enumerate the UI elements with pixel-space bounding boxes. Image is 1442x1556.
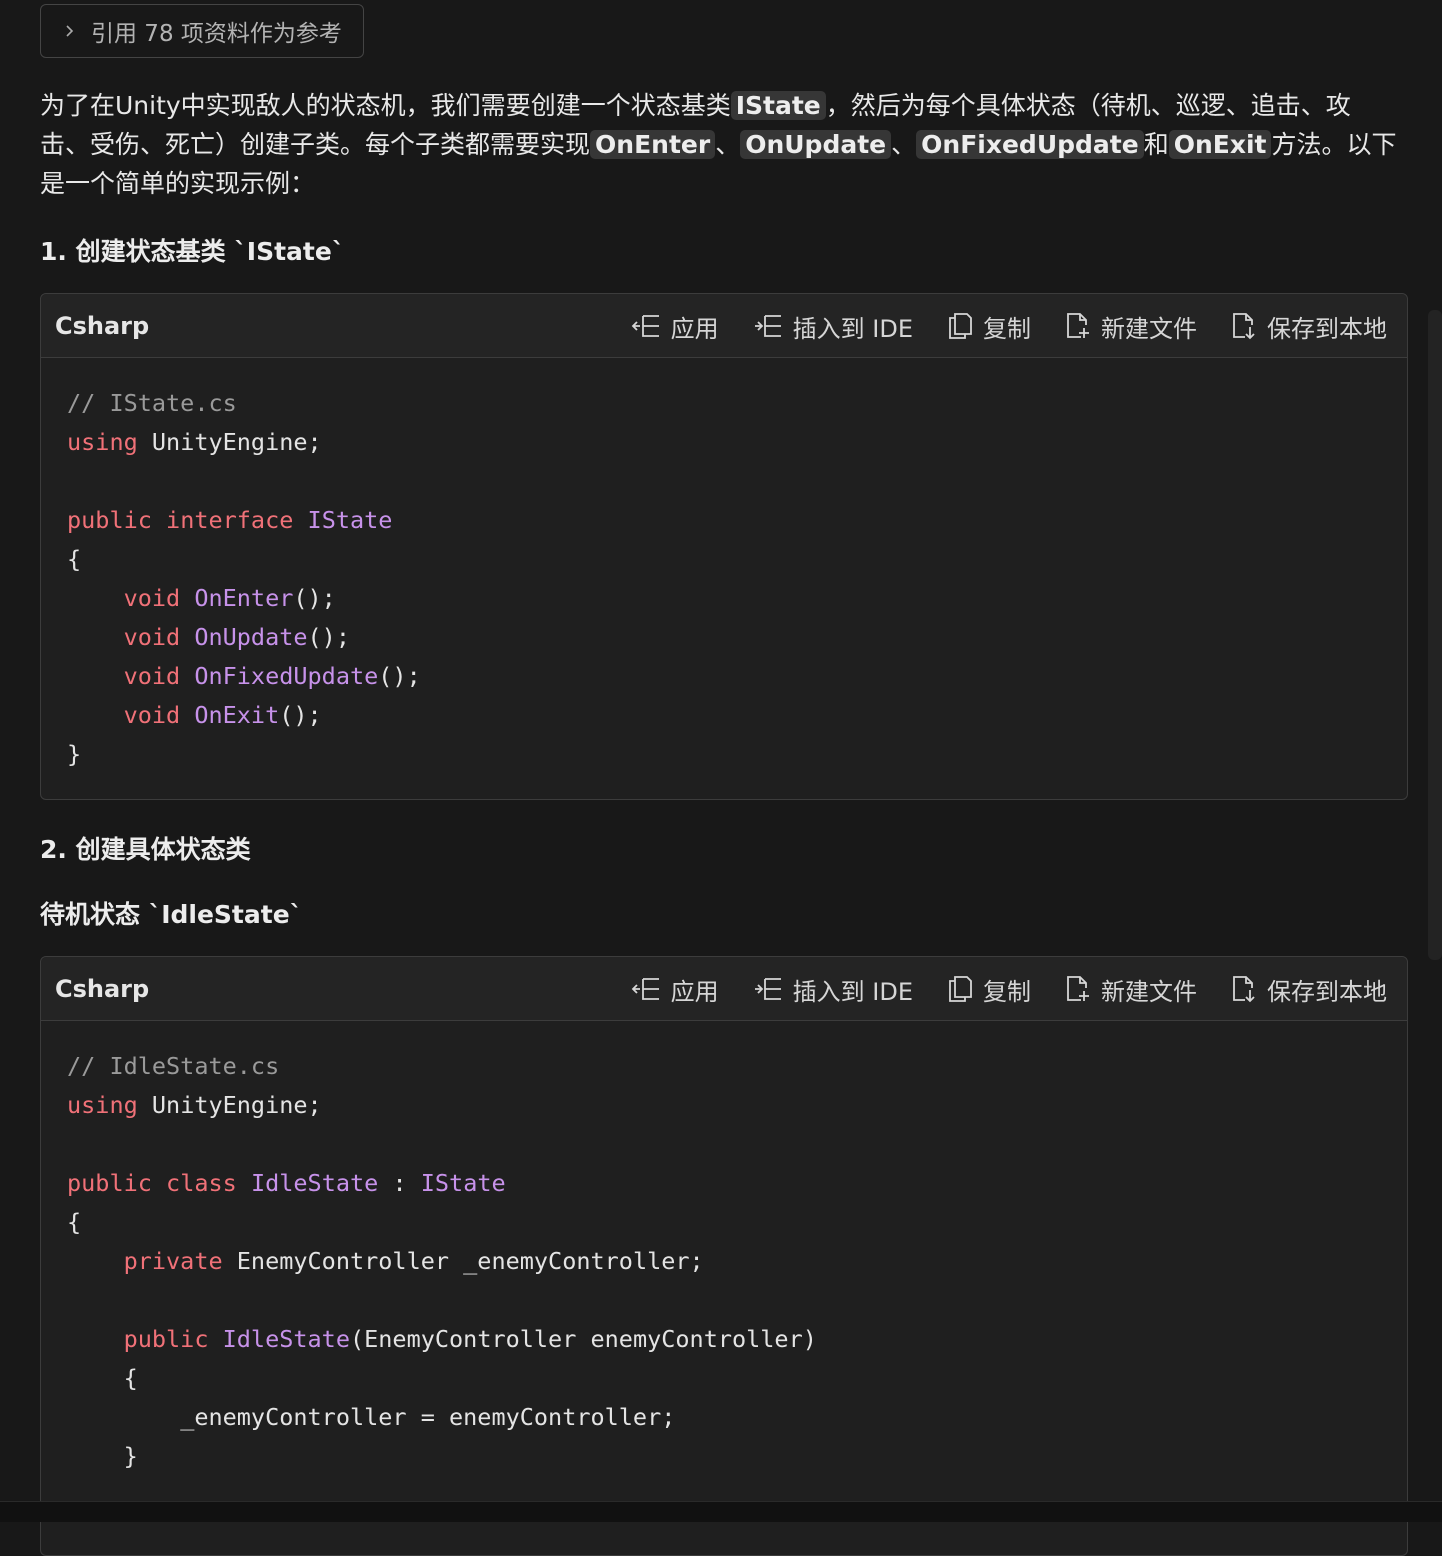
code-text: (EnemyController enemyController) [349, 1325, 817, 1353]
save-icon [1231, 974, 1257, 1004]
code-text: (); [293, 584, 336, 612]
insert-ide-button[interactable]: 插入到 IDE [753, 309, 913, 344]
save-local-button[interactable]: 保存到本地 [1231, 972, 1387, 1007]
code-keyword: using [67, 428, 138, 456]
code-keyword: private [123, 1247, 223, 1275]
code-keyword: public [67, 506, 152, 534]
new-file-button[interactable]: 新建文件 [1065, 972, 1197, 1007]
copy-button[interactable]: 复制 [947, 309, 1031, 344]
references-label: 引用 78 项资料作为参考 [91, 21, 342, 47]
insert-ide-label: 插入到 IDE [792, 977, 913, 1006]
references-toggle[interactable]: 引用 78 项资料作为参考 [40, 4, 364, 58]
save-icon [1231, 311, 1257, 341]
code-type: IState [307, 506, 393, 534]
code-text: (); [378, 662, 421, 690]
code-text: } [123, 1442, 138, 1470]
code-keyword: public [123, 1325, 209, 1353]
inline-code: OnUpdate [740, 130, 892, 159]
section-heading: 2. 创建具体状态类 [40, 835, 251, 864]
code-type: IdleState [250, 1169, 379, 1197]
new-file-icon [1065, 311, 1091, 341]
code-block-header: Csharp 应用 插入到 IDE 复制 新建文件 保存到本地 [41, 294, 1407, 358]
copy-icon [947, 975, 973, 1003]
intro-text: 和 [1143, 130, 1169, 159]
section-heading: 1. 创建状态基类 `IState` [40, 237, 345, 266]
code-text: UnityEngine; [137, 428, 322, 456]
code-text: UnityEngine; [137, 1091, 322, 1119]
apply-label: 应用 [670, 314, 719, 343]
code-block: Csharp 应用 插入到 IDE 复制 新建文件 保存到本地 [40, 956, 1408, 1556]
code-text: (); [307, 623, 350, 651]
bottom-bar [0, 1501, 1442, 1522]
insert-icon [753, 975, 783, 1003]
intro-text: 、 [715, 130, 741, 159]
code-actions: 应用 插入到 IDE 复制 新建文件 保存到本地 [631, 294, 1387, 358]
code-block-header: Csharp 应用 插入到 IDE 复制 新建文件 保存到本地 [41, 957, 1407, 1021]
apply-icon [631, 975, 661, 1003]
code-keyword: void [123, 701, 181, 729]
code-content: // IState.cs using UnityEngine; public i… [41, 358, 1407, 774]
save-local-button[interactable]: 保存到本地 [1231, 309, 1387, 344]
inline-code: OnFixedUpdate [916, 130, 1144, 159]
code-comment: // IState.cs [67, 389, 237, 417]
chevron-right-icon [63, 24, 77, 38]
copy-label: 复制 [983, 314, 1031, 343]
intro-text: 、 [891, 130, 917, 159]
new-file-icon [1065, 974, 1091, 1004]
code-text: } [67, 740, 82, 768]
insert-ide-label: 插入到 IDE [792, 314, 913, 343]
code-keyword: using [67, 1091, 138, 1119]
inline-code: OnEnter [590, 130, 716, 159]
save-local-label: 保存到本地 [1267, 977, 1387, 1006]
code-function: OnEnter [194, 584, 294, 612]
code-text: { [123, 1364, 138, 1392]
copy-label: 复制 [983, 977, 1031, 1006]
code-language: Csharp [55, 974, 150, 1003]
code-function: OnUpdate [194, 623, 308, 651]
code-keyword: public [67, 1169, 152, 1197]
code-text: : [378, 1169, 421, 1197]
intro-text: 为了在Unity中实现敌人的状态机，我们需要创建一个状态基类 [40, 91, 731, 120]
code-keyword: void [123, 623, 181, 651]
apply-button[interactable]: 应用 [631, 972, 719, 1007]
copy-icon [947, 312, 973, 340]
code-function: OnExit [194, 701, 280, 729]
save-local-label: 保存到本地 [1267, 314, 1387, 343]
code-language: Csharp [55, 311, 150, 340]
code-keyword: class [166, 1169, 237, 1197]
apply-label: 应用 [670, 977, 719, 1006]
code-function: OnFixedUpdate [194, 662, 379, 690]
code-keyword: interface [166, 506, 294, 534]
code-text: { [67, 545, 82, 573]
code-block: Csharp 应用 插入到 IDE 复制 新建文件 保存到本地 [40, 293, 1408, 800]
new-file-label: 新建文件 [1101, 977, 1197, 1006]
copy-button[interactable]: 复制 [947, 972, 1031, 1007]
inline-code: OnExit [1168, 130, 1272, 159]
insert-icon [753, 312, 783, 340]
code-content: // IdleState.cs using UnityEngine; publi… [41, 1021, 1407, 1476]
intro-paragraph: 为了在Unity中实现敌人的状态机，我们需要创建一个状态基类 IState ，然后为… [40, 86, 1400, 203]
new-file-button[interactable]: 新建文件 [1065, 309, 1197, 344]
scrollbar[interactable] [1428, 310, 1442, 960]
code-keyword: void [123, 584, 181, 612]
new-file-label: 新建文件 [1101, 314, 1197, 343]
apply-icon [631, 312, 661, 340]
apply-button[interactable]: 应用 [631, 309, 719, 344]
subsection-heading: 待机状态 `IdleState` [40, 900, 303, 929]
code-function: IdleState [222, 1325, 350, 1353]
code-text: { [67, 1208, 82, 1236]
insert-ide-button[interactable]: 插入到 IDE [753, 972, 913, 1007]
code-text: EnemyController _enemyController; [222, 1247, 704, 1275]
inline-code: IState [730, 91, 826, 120]
code-keyword: void [123, 662, 181, 690]
code-actions: 应用 插入到 IDE 复制 新建文件 保存到本地 [631, 957, 1387, 1021]
code-comment: // IdleState.cs [67, 1052, 280, 1080]
code-text: _enemyController = enemyController; [180, 1403, 676, 1431]
code-text: (); [279, 701, 322, 729]
code-type: IState [420, 1169, 506, 1197]
